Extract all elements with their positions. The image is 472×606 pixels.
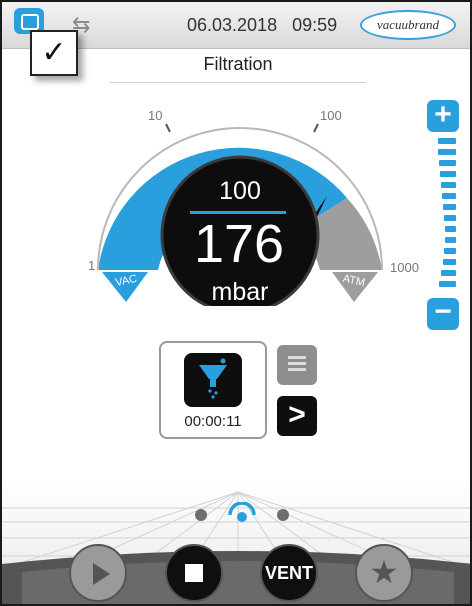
decrease-button[interactable]: − (427, 297, 459, 330)
slider-bar (440, 171, 456, 177)
tick-100 (313, 123, 319, 133)
menu-icon-line (288, 356, 306, 359)
page-dot-active[interactable] (227, 502, 257, 524)
slider-bar (438, 149, 456, 155)
menu-icon-line (288, 362, 306, 365)
brand-logo: vacuubrand (360, 10, 456, 40)
slider-bar (441, 270, 456, 276)
slider-bar (438, 138, 456, 144)
stop-icon (185, 564, 203, 582)
tick-10 (165, 123, 171, 133)
slider-bar (443, 204, 456, 210)
time-text: 09:59 (292, 15, 338, 35)
scale-label-100: 100 (320, 108, 342, 123)
scale-label-10: 10 (148, 108, 162, 123)
date-text: 06.03.2018 (187, 15, 278, 35)
slider-bar (445, 237, 456, 243)
setpoint-value[interactable]: 100 (192, 177, 288, 206)
slider-bar (441, 182, 456, 188)
slider-bar (443, 259, 456, 265)
next-button[interactable]: > (277, 396, 317, 436)
favorite-button[interactable]: ★ (355, 544, 413, 602)
process-timer: 00:00:11 (184, 413, 242, 430)
scale-label-1000: 1000 (390, 260, 419, 275)
filter-funnel-icon (184, 353, 242, 407)
confirm-check-button[interactable]: ✓ (30, 30, 78, 76)
title-divider (110, 82, 366, 83)
stop-button[interactable] (165, 544, 223, 602)
vent-button[interactable]: VENT (260, 544, 318, 602)
page-dot-1[interactable] (195, 509, 207, 521)
datetime: 06.03.2018 09:59 (187, 15, 337, 36)
slider-bar (439, 160, 456, 166)
pressure-unit: mbar (211, 278, 269, 306)
scale-label-1: 1 (88, 258, 95, 273)
slider-bar (444, 248, 456, 254)
increase-button[interactable]: + (427, 100, 459, 132)
slider-bar (439, 281, 456, 287)
setpoint-slider[interactable] (432, 138, 456, 294)
slider-bar (445, 226, 456, 232)
pressure-value: 176 (193, 214, 285, 274)
menu-icon-line (288, 368, 306, 371)
play-icon (93, 563, 110, 585)
process-tile[interactable]: 00:00:11 (159, 341, 267, 439)
page-dot-3[interactable] (277, 509, 289, 521)
device-screen: ⇆ 06.03.2018 09:59 vacuubrand ✓ Filtrati… (0, 0, 472, 606)
play-button[interactable] (69, 544, 127, 602)
menu-button[interactable] (277, 345, 317, 385)
slider-bar (442, 193, 456, 199)
slider-bar (444, 215, 456, 221)
